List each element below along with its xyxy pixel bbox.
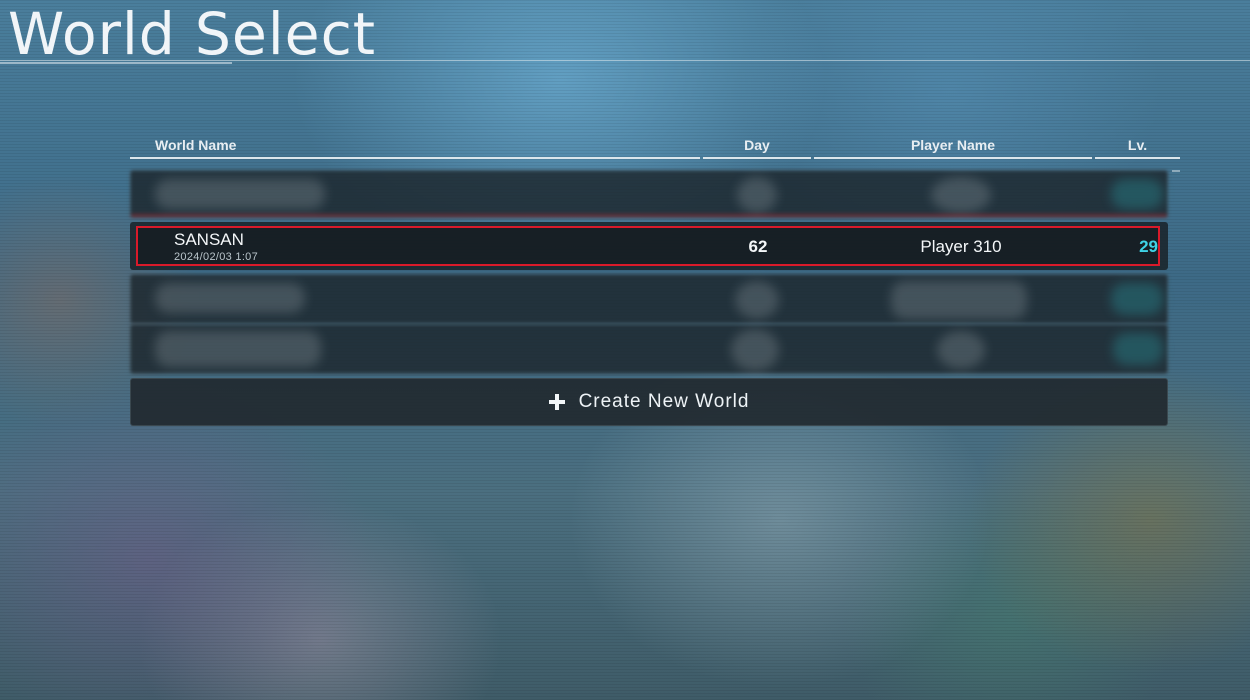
blurred-player-name [937, 331, 985, 369]
blurred-day [735, 281, 779, 319]
blurred-level [1111, 283, 1163, 315]
world-name: SANSAN [174, 230, 244, 249]
scrollbar-thumb[interactable] [1172, 170, 1180, 172]
blurred-level [1113, 333, 1163, 365]
blurred-day [737, 177, 777, 213]
blurred-world-name [155, 283, 305, 313]
blurred-world-name [155, 179, 325, 209]
world-level: 29 [1139, 237, 1158, 256]
blurred-player-name [891, 281, 1027, 319]
title-underline [0, 62, 232, 64]
title-divider [0, 60, 1250, 61]
blurred-world-name [155, 331, 321, 367]
world-row-blurred[interactable] [130, 324, 1168, 374]
world-player-name: Player 310 [920, 237, 1002, 256]
column-header-level: Lv. [1095, 133, 1180, 159]
column-header-player-name: Player Name [814, 133, 1092, 159]
world-day: 62 [748, 237, 768, 256]
blurred-player-name [931, 177, 991, 213]
row-highlight-strip [131, 214, 1167, 217]
page-title: World Select [8, 0, 377, 68]
world-row-selected[interactable]: SANSAN 2024/02/03 1:07 62 Player 310 29 [136, 226, 1160, 266]
world-row-blurred[interactable] [130, 274, 1168, 324]
blurred-level [1111, 179, 1163, 209]
world-last-played: 2024/02/03 1:07 [174, 251, 259, 263]
column-header-world-name: World Name [130, 133, 700, 159]
create-new-world-button[interactable]: Create New World [130, 378, 1168, 426]
blurred-day [731, 329, 779, 371]
column-header-day: Day [703, 133, 811, 159]
plus-icon [548, 394, 565, 410]
world-row-blurred[interactable] [130, 170, 1168, 218]
create-new-world-label: Create New World [578, 391, 750, 412]
